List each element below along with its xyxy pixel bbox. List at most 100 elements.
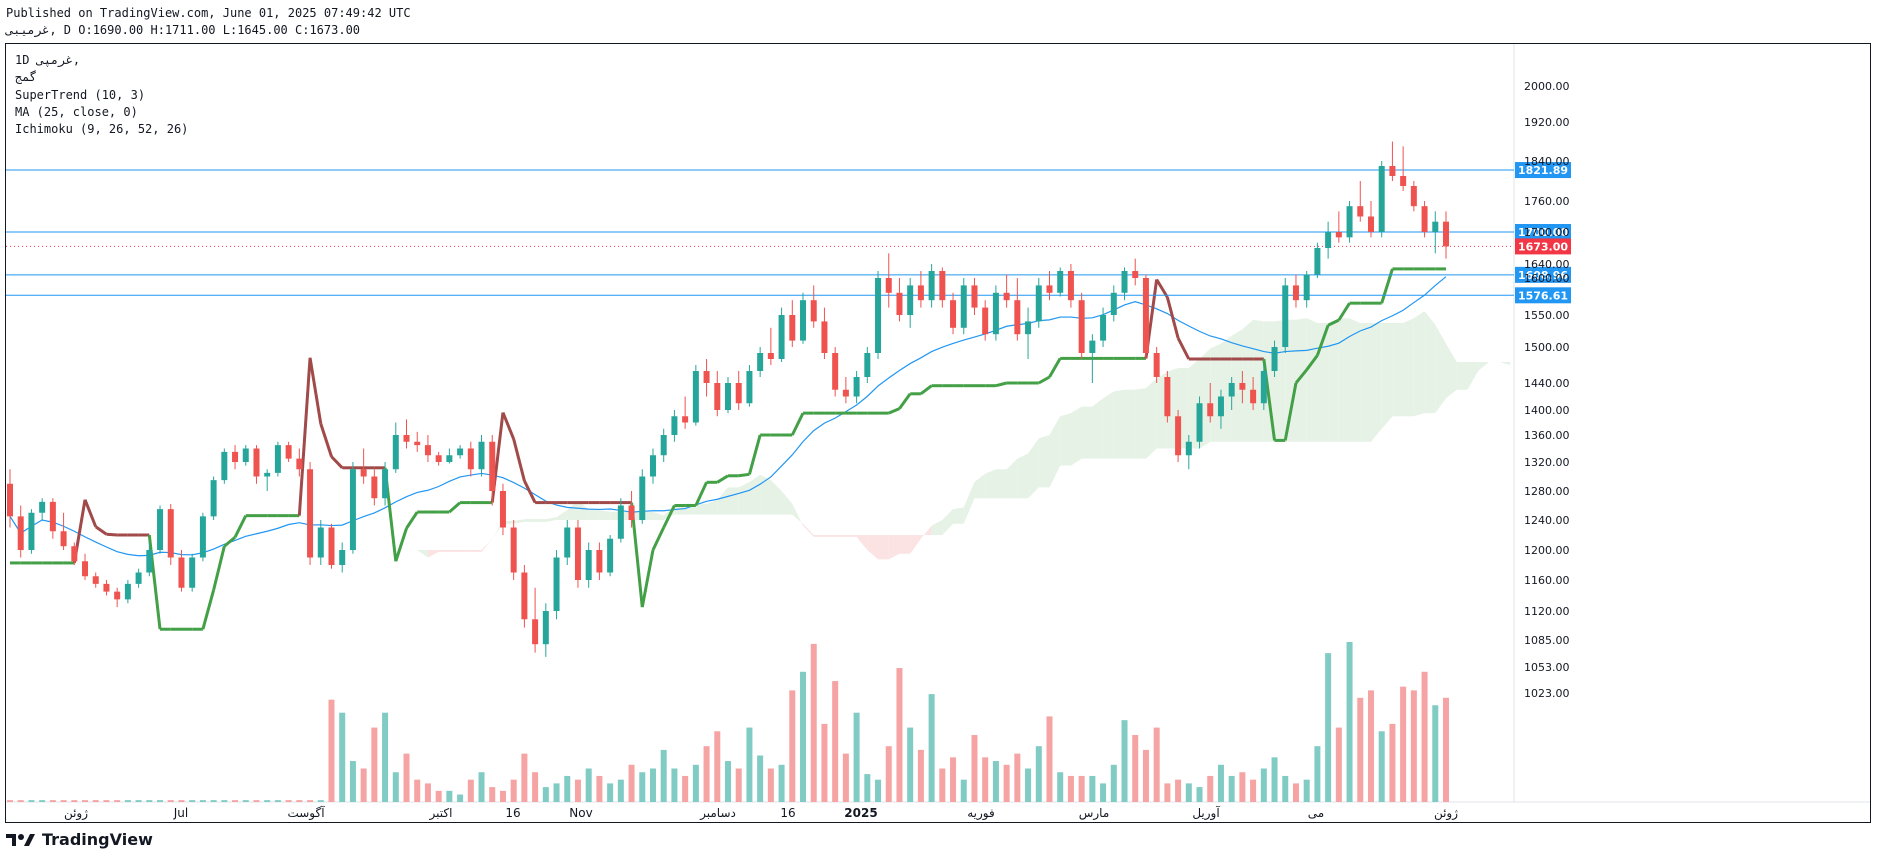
volume-bar xyxy=(1367,690,1374,802)
volume-bar xyxy=(189,800,196,802)
price-tick-label: 1023.00 xyxy=(1524,687,1570,700)
supertrend-segment xyxy=(1165,296,1180,339)
volume-bar xyxy=(1196,787,1203,802)
volume-bar xyxy=(950,757,957,802)
time-tick-label: دسامبر xyxy=(699,806,736,821)
candle-body xyxy=(1271,347,1278,371)
supertrend-segment xyxy=(212,545,226,591)
ichimoku-cloud-segment xyxy=(1392,323,1404,417)
legend-symbol[interactable]: گمج xyxy=(15,70,37,84)
volume-bar xyxy=(746,727,753,802)
candle-body xyxy=(939,271,946,301)
ichimoku-cloud-segment xyxy=(1360,323,1371,442)
price-tick-label: 1500.00 xyxy=(1524,341,1570,354)
volume-bar xyxy=(928,694,935,802)
price-chart[interactable]: 1821.891700.001608.961576.611673.002000.… xyxy=(6,44,1870,822)
candle-body xyxy=(1303,274,1310,301)
ichimoku-cloud-segment xyxy=(899,535,911,554)
tradingview-brand[interactable]: TradingView xyxy=(6,830,153,849)
legend-ichimoku[interactable]: Ichimoku (9, 26, 52, 26) xyxy=(15,122,188,136)
candle-body xyxy=(1410,186,1417,207)
price-tick-label: 1700.00 xyxy=(1524,226,1570,239)
price-tick-label: 1085.00 xyxy=(1524,634,1570,647)
ichimoku-cloud-segment xyxy=(588,510,600,520)
ichimoku-cloud-segment xyxy=(1038,435,1050,488)
supertrend-segment xyxy=(394,527,408,562)
candle-body xyxy=(1142,278,1149,353)
candle-body xyxy=(864,353,871,377)
level-price-label: 1576.61 xyxy=(1518,289,1568,302)
ichimoku-cloud-segment xyxy=(652,511,664,520)
volume-bar xyxy=(789,690,796,802)
volume-bar xyxy=(842,753,849,802)
volume-bar xyxy=(1132,735,1139,802)
ichimoku-cloud-segment xyxy=(449,550,461,552)
supertrend-segment xyxy=(716,474,729,484)
candle-body xyxy=(60,531,67,547)
ichimoku-cloud-segment xyxy=(856,535,868,550)
volume-bar xyxy=(553,783,560,802)
volume-bar xyxy=(489,787,496,802)
volume-bar xyxy=(1175,779,1182,802)
volume-bar xyxy=(853,712,860,802)
supertrend-segment xyxy=(1337,302,1351,321)
candle-body xyxy=(1175,416,1182,456)
volume-bar xyxy=(360,768,367,802)
ichimoku-cloud-segment xyxy=(470,550,482,552)
volume-bar xyxy=(778,764,785,802)
candle-body xyxy=(414,441,421,446)
ichimoku-cloud-segment xyxy=(1446,343,1457,399)
ichimoku-cloud-segment xyxy=(803,523,814,537)
ichimoku-cloud-segment xyxy=(845,535,857,537)
volume-bar xyxy=(639,772,646,802)
candle-body xyxy=(242,448,249,462)
legend-supertrend[interactable]: SuperTrend (10, 3) xyxy=(15,88,145,102)
candle-body xyxy=(1250,389,1257,404)
volume-bar xyxy=(82,800,89,802)
volume-bar xyxy=(382,712,389,802)
candle-body xyxy=(1282,285,1289,347)
candle-body xyxy=(1357,206,1364,217)
ichimoku-cloud-segment xyxy=(1413,311,1425,417)
volume-bar xyxy=(1400,686,1407,802)
candle-body xyxy=(371,476,378,499)
volume-bar xyxy=(1357,697,1364,802)
candle-body xyxy=(1400,176,1407,186)
volume-bar xyxy=(682,775,689,802)
volume-bar xyxy=(274,800,281,802)
volume-bar xyxy=(71,800,78,802)
candle-body xyxy=(349,469,356,550)
volume-bar xyxy=(1335,727,1342,802)
candle-body xyxy=(842,389,849,397)
supertrend-segment xyxy=(319,423,333,458)
candle-body xyxy=(1239,383,1246,390)
candle-body xyxy=(167,509,174,558)
ichimoku-cloud-segment xyxy=(813,535,825,537)
volume-bar xyxy=(1067,775,1074,802)
ichimoku-cloud-segment xyxy=(1349,318,1361,442)
candle-body xyxy=(1003,292,1010,301)
candle-body xyxy=(832,353,839,390)
supertrend-segment xyxy=(448,501,462,514)
legend-interval[interactable]: 1D غرمپی, xyxy=(15,53,80,67)
chart-frame[interactable]: 1821.89 1700.00 1608.96 1576.61 1673.00 2000.… xyxy=(5,43,1871,823)
volume-bar xyxy=(1389,723,1396,802)
candle-body xyxy=(467,448,474,470)
time-tick-label: می xyxy=(1308,806,1324,820)
ichimoku-cloud-segment xyxy=(867,535,879,560)
candle-body xyxy=(778,315,785,359)
volume-bar xyxy=(757,755,764,802)
ichimoku-cloud-segment xyxy=(374,542,386,547)
candle-body xyxy=(800,300,807,341)
candle-body xyxy=(950,300,957,328)
candle-body xyxy=(682,416,689,423)
price-tick-label: 1053.00 xyxy=(1524,661,1570,674)
supertrend-segment xyxy=(1038,375,1051,385)
legend-ma[interactable]: MA (25, close, 0) xyxy=(15,105,138,119)
candle-body xyxy=(1389,166,1396,176)
candle-body xyxy=(553,557,560,611)
volume-bar xyxy=(328,699,335,802)
supertrend-segment xyxy=(83,499,98,528)
ichimoku-cloud-segment xyxy=(1306,318,1318,442)
volume-bar xyxy=(317,800,324,802)
